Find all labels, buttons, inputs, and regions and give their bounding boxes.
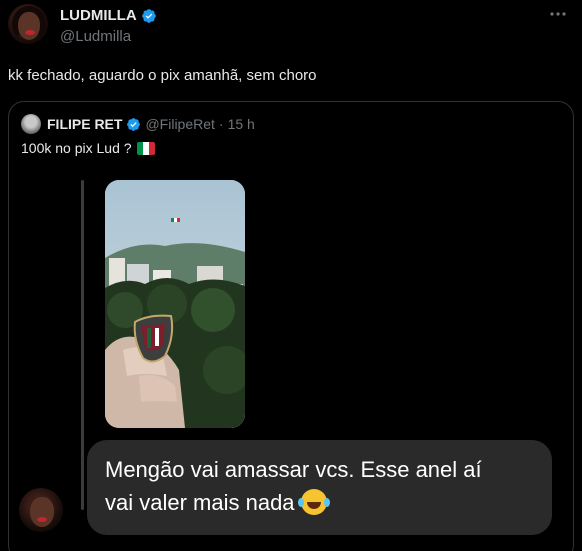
quoted-separator: · [218,116,224,132]
verified-badge-icon [141,8,156,23]
tweet-text: kk fechado, aguardo o pix amanhã, sem ch… [8,67,317,84]
meme-line-2: vai valer mais nada [105,490,295,515]
meme-chat-bubble: Mengão vai amassar vcs. Esse anel aí vai… [87,440,552,535]
meme-line-1: Mengão vai amassar vcs. Esse anel aí [105,457,482,482]
italy-flag-icon [136,141,155,155]
author-avatar[interactable] [8,4,48,44]
quoted-text-row: 100k no pix Lud ? [21,140,155,156]
meme-line-2-row: vai valer mais nada [105,486,534,519]
author-name-row[interactable]: LUDMILLA [60,7,157,24]
meme-avatar [19,488,63,532]
quoted-text: 100k no pix Lud ? [21,140,132,156]
quoted-tweet-card[interactable]: FILIPE RET @FilipeRet · 15 h 100k no pix… [8,101,574,551]
quoted-handle[interactable]: @FilipeRet [145,116,214,132]
more-options-icon[interactable] [548,8,568,20]
quoted-display-name[interactable]: FILIPE RET [47,116,122,132]
quoted-author-avatar[interactable] [21,114,41,134]
author-display-name[interactable]: LUDMILLA [60,7,137,24]
author-handle[interactable]: @Ludmilla [60,28,131,45]
scroll-rail [81,180,84,510]
quoted-author-row[interactable]: FILIPE RET @FilipeRet · 15 h [47,116,255,132]
quoted-time[interactable]: 15 h [228,116,255,132]
laughing-tears-emoji-icon [297,489,327,515]
tweet-view: LUDMILLA @Ludmilla kk fechado, aguardo o… [0,0,582,551]
ring-photo-icon [105,180,245,428]
verified-badge-icon [127,117,141,131]
quoted-media-image[interactable] [105,180,245,428]
